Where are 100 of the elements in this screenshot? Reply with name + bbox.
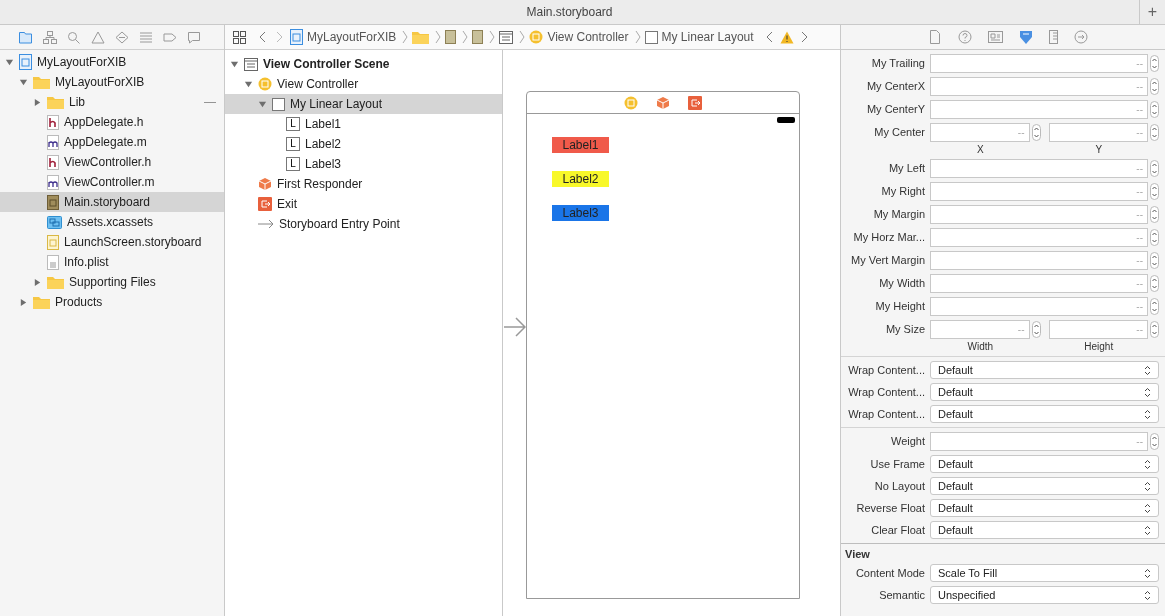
number-field[interactable]: -- xyxy=(930,182,1148,201)
tree-row[interactable]: L Label3 xyxy=(225,154,502,174)
field-label: Wrap Content... xyxy=(847,362,925,378)
colored-label: Label1 xyxy=(552,137,609,153)
field-label: Clear Float xyxy=(870,522,925,538)
field-label: Reverse Float xyxy=(855,500,925,516)
number-field[interactable]: -- xyxy=(930,159,1148,178)
tree-item-label: AppDelegate.m xyxy=(64,134,147,151)
tree-item-label: Main.storyboard xyxy=(64,194,151,211)
popup-select[interactable]: Default xyxy=(930,383,1159,401)
number-field[interactable]: -- xyxy=(930,319,1030,339)
tree-row[interactable]: First Responder xyxy=(225,174,502,194)
number-field[interactable]: -- xyxy=(930,297,1148,316)
tree-item-label: Label1 xyxy=(305,116,342,133)
number-field[interactable]: -- xyxy=(930,77,1148,96)
popup-select[interactable]: Default xyxy=(930,499,1159,517)
number-field[interactable]: -- xyxy=(1048,122,1148,142)
tree-row[interactable]: Exit xyxy=(225,194,502,214)
tree-item-label: Exit xyxy=(277,196,297,213)
popup-select[interactable]: Default xyxy=(930,477,1159,495)
label-icon: L xyxy=(286,117,300,131)
tree-row[interactable]: Info.plist xyxy=(0,252,224,272)
popup-select[interactable]: Default xyxy=(930,361,1159,379)
tree-item-label: View Controller xyxy=(277,76,359,93)
tree-item-label: MyLayoutForXIB xyxy=(37,54,127,71)
number-field[interactable]: -- xyxy=(1048,319,1148,339)
tree-row[interactable]: My Linear Layout xyxy=(225,94,502,114)
number-field[interactable]: -- xyxy=(930,100,1148,119)
tree-row[interactable]: View Controller Scene xyxy=(225,54,502,74)
tree-row[interactable]: Main.storyboard xyxy=(0,192,224,212)
add-tab-button[interactable]: + xyxy=(1139,0,1165,24)
field-label: My CenterY xyxy=(865,102,925,118)
number-field[interactable]: -- xyxy=(930,205,1148,224)
field-label: Semantic xyxy=(878,587,925,603)
breadcrumb[interactable]: My Linear Layout xyxy=(634,28,754,46)
popup-select[interactable]: Default xyxy=(930,455,1159,473)
tree-row[interactable]: View Controller xyxy=(225,74,502,94)
window-title: Main.storyboard xyxy=(525,4,614,21)
dash-text: — xyxy=(204,94,216,111)
number-field[interactable]: -- xyxy=(930,274,1148,293)
tree-row[interactable]: ViewController.m xyxy=(0,172,224,192)
field-label: Wrap Content... xyxy=(847,406,925,422)
breadcrumb[interactable]: View Controller xyxy=(519,28,629,46)
tree-item-label: LaunchScreen.storyboard xyxy=(64,234,202,251)
field-label: My Right xyxy=(880,184,925,200)
field-label: Weight xyxy=(889,434,925,450)
section-title: View xyxy=(845,547,871,562)
tree-row[interactable]: Products xyxy=(0,292,224,312)
field-label: No Layout xyxy=(873,478,925,494)
popup-select[interactable]: Scale To Fill xyxy=(930,564,1159,582)
field-label: Content Mode xyxy=(854,565,925,581)
popup-select[interactable]: Unspecified xyxy=(930,586,1159,604)
tree-item-label: Supporting Files xyxy=(69,274,156,291)
tree-item-label: MyLayoutForXIB xyxy=(55,74,145,91)
tree-row[interactable]: Supporting Files xyxy=(0,272,224,292)
number-field[interactable]: -- xyxy=(930,251,1148,270)
tree-row[interactable]: MyLayoutForXIB xyxy=(0,52,224,72)
tree-item-label: Products xyxy=(55,294,103,311)
tree-item-label: My Linear Layout xyxy=(290,96,383,113)
field-label: Use Frame xyxy=(869,456,925,472)
field-label: My Vert Margin xyxy=(850,253,925,269)
field-label: My Margin xyxy=(872,207,925,223)
tree-row[interactable]: Assets.xcassets xyxy=(0,212,224,232)
colored-label: Label3 xyxy=(552,205,609,221)
number-field[interactable]: -- xyxy=(930,432,1148,451)
tree-item-label: Label2 xyxy=(305,136,342,153)
tree-row[interactable]: LaunchScreen.storyboard xyxy=(0,232,224,252)
tree-row[interactable]: ViewController.h xyxy=(0,152,224,172)
field-label: Wrap Content... xyxy=(847,384,925,400)
number-field[interactable]: -- xyxy=(930,228,1148,247)
field-label: My Left xyxy=(887,161,925,177)
field-label: My Trailing xyxy=(870,56,925,72)
breadcrumb[interactable]: MyLayoutForXIB xyxy=(290,28,397,46)
tree-item-label: Info.plist xyxy=(64,254,109,271)
tree-row[interactable]: AppDelegate.h xyxy=(0,112,224,132)
field-caption: Height xyxy=(1083,340,1115,354)
field-caption: Y xyxy=(1094,143,1104,157)
field-label: My Height xyxy=(874,299,925,315)
tree-row[interactable]: Lib — xyxy=(0,92,224,112)
tree-item-label: AppDelegate.h xyxy=(64,114,144,131)
tree-row[interactable]: AppDelegate.m xyxy=(0,132,224,152)
tree-row[interactable]: Storyboard Entry Point xyxy=(225,214,502,234)
label-icon: L xyxy=(286,157,300,171)
number-field[interactable]: -- xyxy=(930,54,1148,73)
tree-row[interactable]: L Label1 xyxy=(225,114,502,134)
field-label: My Horz Mar... xyxy=(852,230,925,246)
popup-select[interactable]: Default xyxy=(930,521,1159,539)
field-label: My CenterX xyxy=(865,79,925,95)
tree-item-label: Lib xyxy=(69,94,85,111)
tree-item-label: ViewController.h xyxy=(64,154,152,171)
tree-row[interactable]: L Label2 xyxy=(225,134,502,154)
number-field[interactable]: -- xyxy=(930,122,1030,142)
tree-row[interactable]: MyLayoutForXIB xyxy=(0,72,224,92)
tree-item-label: First Responder xyxy=(277,176,363,193)
field-caption: Width xyxy=(966,340,995,354)
popup-select[interactable]: Default xyxy=(930,405,1159,423)
tree-item-label: Storyboard Entry Point xyxy=(279,216,400,233)
tree-item-label: ViewController.m xyxy=(64,174,155,191)
tree-item-label: Label3 xyxy=(305,156,342,173)
label-icon: L xyxy=(286,137,300,151)
